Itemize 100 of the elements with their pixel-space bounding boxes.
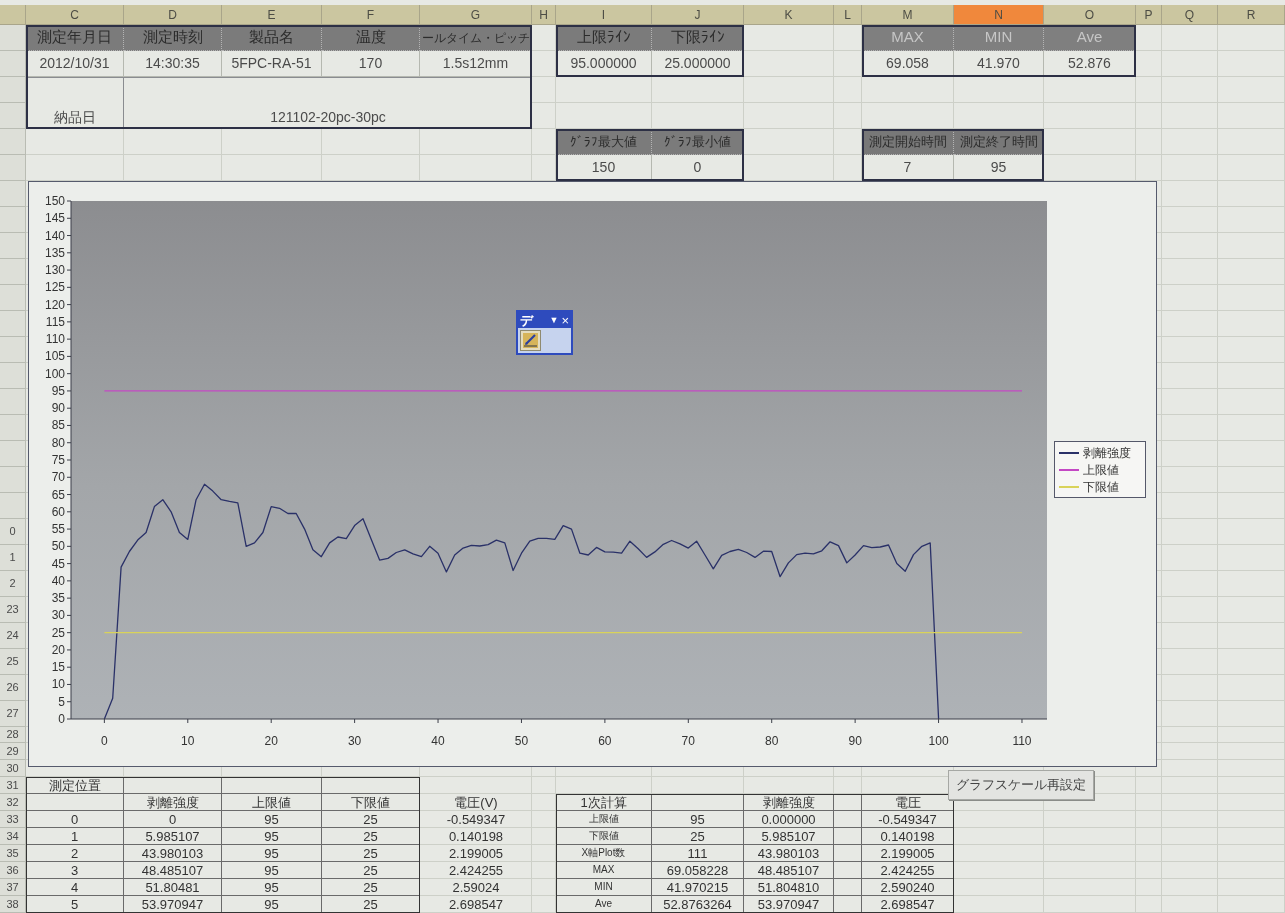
axis-tick-label: 95 bbox=[51, 383, 65, 398]
row-header[interactable] bbox=[0, 25, 26, 51]
table-header: 測定時刻 bbox=[124, 25, 222, 51]
row-header[interactable]: 26 bbox=[0, 675, 26, 701]
axis-tick-label: 110 bbox=[1012, 734, 1032, 748]
row-header[interactable] bbox=[0, 337, 26, 363]
row-header[interactable] bbox=[0, 441, 26, 467]
column-header[interactable]: N bbox=[954, 5, 1044, 25]
table-cell: 51.80481 bbox=[124, 879, 222, 896]
column-header[interactable]: H bbox=[532, 5, 556, 25]
row-header[interactable]: 0 bbox=[0, 519, 26, 545]
row-header[interactable]: 23 bbox=[0, 597, 26, 623]
table-cell-text: -0.549347 bbox=[445, 811, 507, 828]
table-cell-text: 2.59024 bbox=[451, 879, 501, 896]
axis-tick-label: 70 bbox=[681, 734, 695, 748]
column-header[interactable]: C bbox=[26, 5, 124, 25]
axis-tick-label: 65 bbox=[51, 487, 65, 502]
dropdown-button[interactable]: ▼ bbox=[549, 315, 559, 325]
axis-tick-label: 130 bbox=[44, 263, 65, 278]
row-header[interactable]: 25 bbox=[0, 649, 26, 675]
column-header[interactable]: I bbox=[556, 5, 652, 25]
column-header[interactable]: K bbox=[744, 5, 834, 25]
row-header[interactable]: 34 bbox=[0, 828, 26, 845]
table-cell: 1 bbox=[26, 828, 124, 845]
row-header[interactable] bbox=[0, 389, 26, 415]
row-header[interactable] bbox=[0, 467, 26, 493]
table-cell: 4 bbox=[26, 879, 124, 896]
column-header[interactable]: O bbox=[1044, 5, 1136, 25]
axis-tick-label: 100 bbox=[928, 734, 949, 748]
row-header[interactable] bbox=[0, 77, 26, 103]
column-header[interactable]: P bbox=[1136, 5, 1162, 25]
toolbar-title: デ bbox=[520, 313, 533, 327]
legend-line-icon bbox=[1059, 485, 1079, 488]
table-header: 下限ﾗｲﾝ bbox=[652, 25, 744, 51]
row-header[interactable]: 2 bbox=[0, 571, 26, 597]
table-cell: 43.980103 bbox=[124, 845, 222, 862]
axis-tick-label: 80 bbox=[765, 734, 779, 748]
row-header[interactable]: 32 bbox=[0, 794, 26, 811]
row-header[interactable]: 33 bbox=[0, 811, 26, 828]
row-header[interactable] bbox=[0, 129, 26, 155]
axis-tick-label: 90 bbox=[51, 401, 65, 416]
row-header[interactable]: 1 bbox=[0, 545, 26, 571]
table-header: 製品名 bbox=[222, 25, 322, 51]
table-cell: 111 bbox=[652, 845, 744, 862]
table-cell: 95 bbox=[222, 811, 322, 828]
row-header[interactable]: 30 bbox=[0, 760, 26, 777]
axis-tick-label: 25 bbox=[51, 625, 65, 640]
row-header[interactable]: 29 bbox=[0, 743, 26, 760]
row-header[interactable] bbox=[0, 311, 26, 337]
table-cell: 5.985107 bbox=[124, 828, 222, 845]
table-header: 温度 bbox=[322, 25, 420, 51]
axis-tick-label: 40 bbox=[431, 734, 445, 748]
row-header[interactable] bbox=[0, 493, 26, 519]
table-header: MAX bbox=[862, 25, 954, 51]
row-header[interactable] bbox=[0, 363, 26, 389]
close-button[interactable]: × bbox=[561, 313, 569, 327]
column-header[interactable]: Q bbox=[1162, 5, 1218, 25]
row-header[interactable]: 27 bbox=[0, 701, 26, 727]
row-header[interactable]: 24 bbox=[0, 623, 26, 649]
table-cell: 2012/10/31 bbox=[26, 51, 124, 77]
axis-tick-label: 115 bbox=[45, 314, 65, 329]
row-header[interactable]: 38 bbox=[0, 896, 26, 913]
row-header[interactable] bbox=[0, 259, 26, 285]
axis-tick-label: 55 bbox=[51, 522, 65, 537]
column-header[interactable]: J bbox=[652, 5, 744, 25]
column-header[interactable]: G bbox=[420, 5, 532, 25]
row-header[interactable]: 36 bbox=[0, 862, 26, 879]
row-header[interactable] bbox=[0, 207, 26, 233]
row-header[interactable]: 37 bbox=[0, 879, 26, 896]
row-header[interactable] bbox=[0, 51, 26, 77]
row-header[interactable]: 28 bbox=[0, 727, 26, 743]
rescale-button[interactable]: グラフスケール再設定 bbox=[948, 770, 1094, 800]
axis-tick-label: 100 bbox=[44, 366, 65, 381]
table-cell-text: 0.140198 bbox=[447, 828, 505, 845]
row-header[interactable] bbox=[0, 415, 26, 441]
row-header[interactable] bbox=[0, 181, 26, 207]
axis-tick-label: 120 bbox=[44, 297, 65, 312]
row-header[interactable]: 35 bbox=[0, 845, 26, 862]
axis-tick-label: 75 bbox=[51, 453, 65, 467]
column-header[interactable]: E bbox=[222, 5, 322, 25]
table-cell: 0 bbox=[26, 811, 124, 828]
row-header[interactable]: 31 bbox=[0, 777, 26, 794]
row-header[interactable] bbox=[0, 285, 26, 311]
column-header[interactable]: L bbox=[834, 5, 862, 25]
column-header[interactable]: M bbox=[862, 5, 954, 25]
column-header[interactable]: F bbox=[322, 5, 420, 25]
table-cell: 95 bbox=[652, 811, 744, 828]
row-header[interactable] bbox=[0, 103, 26, 129]
axis-tick-label: 110 bbox=[45, 332, 65, 347]
axis-tick-label: 20 bbox=[264, 734, 278, 748]
axis-tick-label: 125 bbox=[44, 280, 65, 295]
table-cell-text: 2.698547 bbox=[447, 896, 505, 913]
row-header[interactable] bbox=[0, 233, 26, 259]
toolbar-button[interactable] bbox=[520, 330, 541, 351]
column-header[interactable]: R bbox=[1218, 5, 1285, 25]
table-cell: 0.000000 bbox=[744, 811, 834, 828]
axis-tick-label: 50 bbox=[514, 734, 529, 748]
corner-header[interactable] bbox=[0, 5, 26, 25]
row-header[interactable] bbox=[0, 155, 26, 181]
column-header[interactable]: D bbox=[124, 5, 222, 25]
